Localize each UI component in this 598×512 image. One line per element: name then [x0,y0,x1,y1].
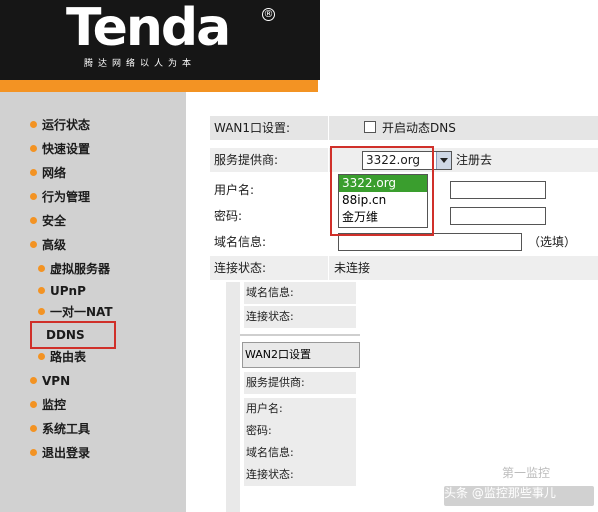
bullet-icon [38,308,45,315]
duplicated-panel: 域名信息: 连接状态: WAN2口设置 服务提供商: 用户名: 密码: 域名信息… [226,282,376,512]
bullet-icon [30,401,37,408]
password-label: 密码: [214,209,243,223]
wan2-status-label: 连接状态: [244,464,356,486]
bullet-icon [38,353,45,360]
bullet-icon [38,287,45,294]
wan1-section-label: WAN1口设置: [214,121,291,135]
panel-status-label: 连接状态: [244,306,356,328]
register-link[interactable]: 注册去 [456,148,492,172]
sidebar-item-virtual-server[interactable]: 虚拟服务器 [38,260,110,278]
sidebar-item-route-table[interactable]: 路由表 [38,348,86,366]
status-value: 未连接 [334,261,371,275]
sidebar-item-vpn[interactable]: VPN [30,372,70,390]
logo-tagline: 腾达网络以人为本 [84,59,197,69]
sidebar-item-system-tools[interactable]: 系统工具 [30,420,90,438]
panel-domain-label: 域名信息: [244,282,356,304]
username-input[interactable] [450,181,546,199]
wan1-section-row: WAN1口设置: 开启动态DNS [210,116,598,140]
sidebar: 运行状态 快速设置 网络 行为管理 安全 高级 虚拟服务器 UPnP 一对一NA… [0,92,186,512]
bullet-icon [30,425,37,432]
sidebar-item-logout[interactable]: 退出登录 [30,444,90,462]
ddns-highlight-box [30,321,116,349]
status-row: 连接状态: 未连接 [210,256,598,280]
dropdown-arrow-icon[interactable] [436,152,451,169]
provider-highlight-box [330,146,434,236]
domain-optional-hint: （选填） [528,235,577,249]
status-label: 连接状态: [214,261,267,275]
registered-mark: ® [262,8,275,21]
wan2-domain-label: 域名信息: [244,442,356,464]
sidebar-item-behavior-management[interactable]: 行为管理 [30,188,90,206]
sidebar-item-monitor[interactable]: 监控 [30,396,66,414]
bullet-icon [30,169,37,176]
enable-ddns-checkbox[interactable] [364,121,376,133]
wechat-watermark: 第一监控 [502,466,551,480]
bullet-icon [30,449,37,456]
sidebar-item-one-to-one-nat[interactable]: 一对一NAT [38,303,113,321]
bullet-icon [38,265,45,272]
sidebar-item-advanced[interactable]: 高级 [30,236,66,254]
wan2-provider-label: 服务提供商: [244,372,356,394]
provider-label: 服务提供商: [214,153,279,167]
toutiao-watermark: 头条 @监控那些事儿 [444,486,556,500]
wan2-password-label: 密码: [244,420,356,442]
bullet-icon [30,377,37,384]
password-input[interactable] [450,207,546,225]
bullet-icon [30,217,37,224]
sidebar-item-network[interactable]: 网络 [30,164,66,182]
logo-text: Tenda [66,0,231,58]
header-accent-bar [0,80,318,92]
sidebar-item-security[interactable]: 安全 [30,212,66,230]
sidebar-item-quick-setup[interactable]: 快速设置 [30,140,90,158]
tenda-logo: Tenda ® 腾达网络以人为本 [0,0,320,80]
wan2-section-header: WAN2口设置 [242,342,360,368]
bullet-icon [30,145,37,152]
enable-ddns-label: 开启动态DNS [382,121,456,135]
sidebar-item-upnp[interactable]: UPnP [38,282,86,300]
wan2-username-label: 用户名: [244,398,356,420]
username-label: 用户名: [214,183,255,197]
ddns-settings-panel: WAN1口设置: 开启动态DNS 服务提供商: 3322.org 注册去 用户名… [186,92,598,512]
bullet-icon [30,121,37,128]
bullet-icon [30,241,37,248]
domain-label: 域名信息: [214,235,267,249]
sidebar-item-status[interactable]: 运行状态 [30,116,90,134]
header: Tenda ® 腾达网络以人为本 [0,0,598,92]
bullet-icon [30,193,37,200]
